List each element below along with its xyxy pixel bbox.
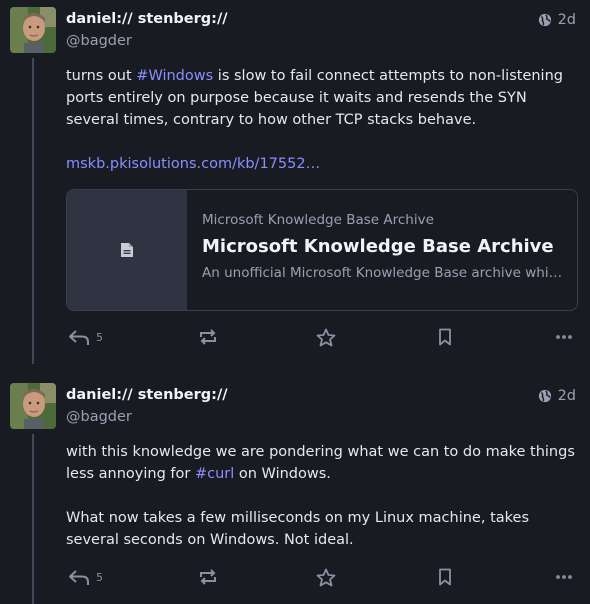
hashtag-link[interactable]: #curl: [195, 466, 234, 482]
more-icon: [555, 328, 573, 346]
post: daniel:// stenberg:// @bagder 2d with th…: [0, 376, 590, 604]
boost-icon: [198, 568, 218, 586]
post-meta: 2d: [538, 388, 576, 404]
document-icon: [120, 242, 134, 258]
favourite-button[interactable]: [316, 568, 336, 587]
globe-icon: [538, 13, 552, 27]
action-bar: 5: [66, 328, 576, 352]
globe-icon: [538, 389, 552, 403]
external-link[interactable]: mskb.pkisolutions.com/kb/17552…: [66, 156, 320, 172]
post-text: turns out: [66, 68, 137, 84]
post-meta: 2d: [538, 12, 576, 28]
star-icon: [316, 568, 336, 587]
author-name[interactable]: daniel:// stenberg://: [66, 11, 228, 27]
bookmark-icon: [438, 328, 452, 346]
action-bar: 5: [66, 568, 576, 592]
post-content: turns out #Windows is slow to fail conne…: [66, 65, 576, 175]
card-title: Microsoft Knowledge Base Archive: [202, 236, 554, 257]
star-icon: [316, 328, 336, 347]
card-description: An unofficial Microsoft Knowledge Base a…: [202, 265, 564, 281]
reply-button[interactable]: 5: [68, 568, 103, 586]
author-handle[interactable]: @bagder: [66, 33, 132, 49]
link-preview-card[interactable]: Microsoft Knowledge Base Archive Microso…: [66, 189, 578, 311]
post-time[interactable]: 2d: [558, 388, 576, 404]
reply-icon: [68, 328, 90, 346]
boost-icon: [198, 328, 218, 346]
bookmark-button[interactable]: [438, 328, 452, 346]
favourite-button[interactable]: [316, 328, 336, 347]
boost-button[interactable]: [198, 328, 218, 346]
bookmark-icon: [438, 568, 452, 586]
post-paragraph: What now takes a few milliseconds on my …: [66, 510, 529, 548]
more-button[interactable]: [555, 568, 573, 586]
card-thumbnail: [67, 190, 187, 310]
author-name[interactable]: daniel:// stenberg://: [66, 387, 228, 403]
author-handle[interactable]: @bagder: [66, 409, 132, 425]
boost-button[interactable]: [198, 568, 218, 586]
reply-button[interactable]: 5: [68, 328, 103, 346]
hashtag-link[interactable]: #Windows: [136, 68, 213, 84]
avatar[interactable]: [10, 7, 56, 53]
reply-count: 5: [96, 330, 103, 344]
reply-icon: [68, 568, 90, 586]
avatar[interactable]: [10, 383, 56, 429]
post: daniel:// stenberg:// @bagder 2d turns o…: [0, 0, 590, 370]
bookmark-button[interactable]: [438, 568, 452, 586]
card-provider: Microsoft Knowledge Base Archive: [202, 212, 434, 228]
more-button[interactable]: [555, 328, 573, 346]
reply-count: 5: [96, 570, 103, 584]
post-text: on Windows.: [234, 466, 331, 482]
post-content: with this knowledge we are pondering wha…: [66, 441, 576, 551]
post-time[interactable]: 2d: [558, 12, 576, 28]
more-icon: [555, 568, 573, 586]
